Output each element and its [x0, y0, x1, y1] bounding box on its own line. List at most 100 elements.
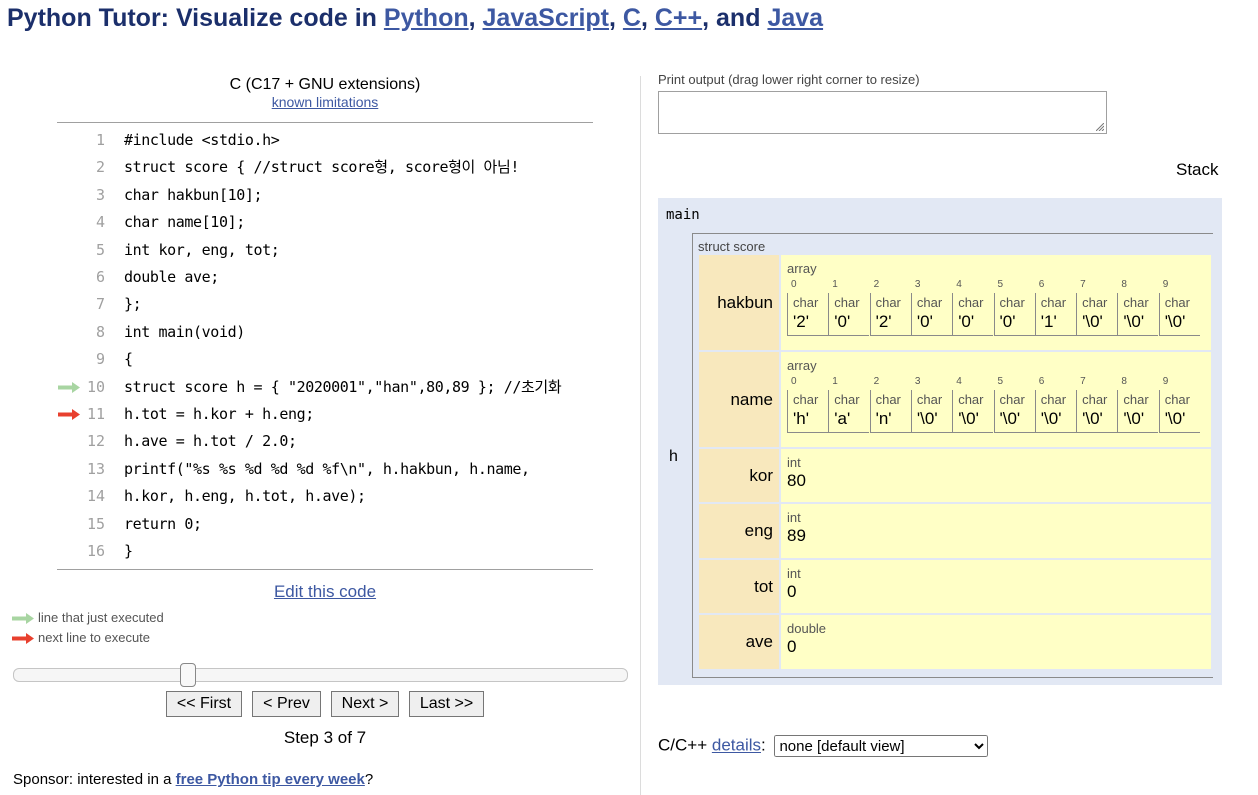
details-suffix: :: [761, 735, 766, 755]
known-limitations-link[interactable]: known limitations: [272, 94, 379, 110]
array-cell: 0 char '2': [787, 279, 828, 336]
python-link[interactable]: Python: [384, 4, 469, 32]
code-text: h.ave = h.tot / 2.0;: [124, 432, 297, 451]
details-select[interactable]: none [default view]: [774, 735, 989, 757]
field-name: name array 0 char 'h' 1 char 'a' 2 char 'n' 3 char '\…: [699, 352, 1211, 447]
c-link[interactable]: C: [623, 4, 641, 32]
line-number: 14: [86, 487, 105, 506]
execution-slider[interactable]: [13, 663, 628, 687]
cell-index: 0: [791, 376, 797, 387]
cell-type: char: [793, 392, 819, 407]
array-cell: 1 char 'a': [828, 376, 870, 433]
variable-name: h: [669, 448, 678, 465]
line-number: 2: [95, 158, 105, 177]
print-output-box[interactable]: [658, 91, 1107, 134]
code-text: struct score { //struct score형, score형이 …: [124, 158, 519, 177]
struct-type-label: struct score: [698, 239, 766, 254]
python-tip-link[interactable]: free Python tip every week: [176, 771, 365, 788]
value-text: 0: [787, 637, 797, 656]
field-eng: eng int 89: [699, 504, 1211, 558]
cell-value: '\0': [1123, 409, 1145, 428]
cell-value: '\0': [1040, 409, 1062, 428]
cell-value: '0': [834, 312, 851, 331]
red-arrow-icon: [12, 633, 34, 645]
resize-grip-icon[interactable]: [1096, 123, 1104, 131]
value-text: 80: [787, 471, 806, 490]
code-text: {: [124, 350, 133, 369]
line-number: 4: [95, 213, 105, 232]
line-number: 13: [86, 459, 105, 478]
struct-value: struct score hakbun array 0 char '2' 1 char '0'…: [692, 233, 1213, 678]
array-cell: 9 char '\0': [1158, 279, 1200, 336]
cell-index: 1: [832, 279, 838, 290]
cell-box: char '\0': [1158, 293, 1200, 336]
cell-value: '0': [999, 312, 1016, 331]
cell-index: 6: [1038, 279, 1045, 290]
cell-value: '1': [1040, 312, 1057, 331]
line-number: 10: [86, 377, 105, 396]
array-cell: 8 char '\0': [1117, 279, 1159, 336]
sponsor-text: Sponsor: interested in a free Python tip…: [13, 771, 373, 788]
field-name: name: [699, 352, 779, 447]
cell-type: char: [1164, 295, 1190, 310]
array-cell: 2 char 'n': [869, 376, 911, 433]
cell-box: char '\0': [1117, 390, 1159, 433]
cell-value: '\0': [916, 409, 938, 428]
details-row: C/C++ details: none [default view]: [658, 735, 989, 757]
details-prefix: C/C++: [658, 735, 712, 755]
next-button[interactable]: Next >: [331, 691, 399, 717]
line-number: 6: [95, 268, 105, 286]
cell-value: '\0': [1082, 312, 1103, 331]
sponsor-suffix: ?: [364, 771, 374, 788]
line-number: 11: [86, 405, 105, 423]
code-text: int kor, eng, tot;: [124, 240, 280, 259]
details-link[interactable]: details: [712, 736, 761, 755]
prev-button[interactable]: < Prev: [252, 691, 321, 717]
field-value: array 0 char'h' 1 char'a' 2 char'n' 3 char '\0' 4 c…: [781, 352, 1211, 447]
cell-index: 1: [832, 376, 838, 387]
cell-type: char: [875, 392, 901, 407]
cell-value: '\0': [1164, 409, 1186, 428]
cell-box: char 'h': [787, 390, 828, 433]
known-limitations-container: known limitations: [57, 94, 593, 110]
first-button[interactable]: << First: [166, 691, 242, 717]
title-sep: ,: [468, 4, 483, 32]
cell-type: char: [1040, 392, 1067, 407]
array-label: array: [787, 358, 817, 373]
code-line: 12 h.ave = h.tot / 2.0;: [57, 428, 593, 455]
cell-index: 8: [1121, 376, 1127, 387]
javascript-link[interactable]: JavaScript: [483, 4, 609, 32]
cell-box: char 'a': [828, 390, 870, 433]
cell-type: char: [1082, 295, 1108, 310]
array-cell: 5 char '0': [993, 279, 1035, 336]
title-text: Python Tutor: Visualize code in: [7, 4, 384, 32]
code-text: char name[10];: [124, 213, 245, 232]
java-link[interactable]: Java: [767, 4, 823, 32]
cell-type: char: [875, 295, 901, 310]
cell-box: char '\0': [952, 390, 994, 433]
code-line: 14 h.kor, h.eng, h.tot, h.ave);: [57, 483, 593, 510]
edit-code-link[interactable]: Edit this code: [274, 582, 376, 601]
code-text: double ave;: [124, 268, 219, 286]
cell-index: 5: [997, 376, 1004, 387]
code-text: h.kor, h.eng, h.tot, h.ave);: [124, 487, 366, 506]
field-tot: tot int 0: [699, 560, 1211, 613]
code-display: 1 #include <stdio.h> 2 struct score { //str…: [57, 122, 593, 570]
code-line: 5 int kor, eng, tot;: [57, 237, 593, 264]
step-counter: Step 3 of 7: [283, 728, 367, 747]
cell-box: char '\0': [1117, 293, 1159, 336]
cell-value: '0': [916, 312, 933, 331]
code-text: printf("%s %s %d %d %d %f\n", h.hakbun, …: [124, 459, 530, 478]
cell-box: char '\0': [1076, 293, 1118, 336]
cell-value: '0': [958, 312, 975, 331]
array-cell: 9 char '\0': [1158, 376, 1200, 433]
cell-box: char '\0': [910, 390, 952, 433]
value-text: 89: [787, 526, 806, 545]
last-button[interactable]: Last >>: [409, 691, 484, 717]
language-label: C (C17 + GNU extensions): [229, 76, 421, 93]
cpp-link[interactable]: C++: [655, 4, 702, 32]
legend-next: next line to execute: [12, 630, 150, 645]
cell-type: char: [999, 295, 1025, 310]
field-value: int 89: [781, 504, 1211, 558]
slider-handle[interactable]: [180, 663, 196, 687]
